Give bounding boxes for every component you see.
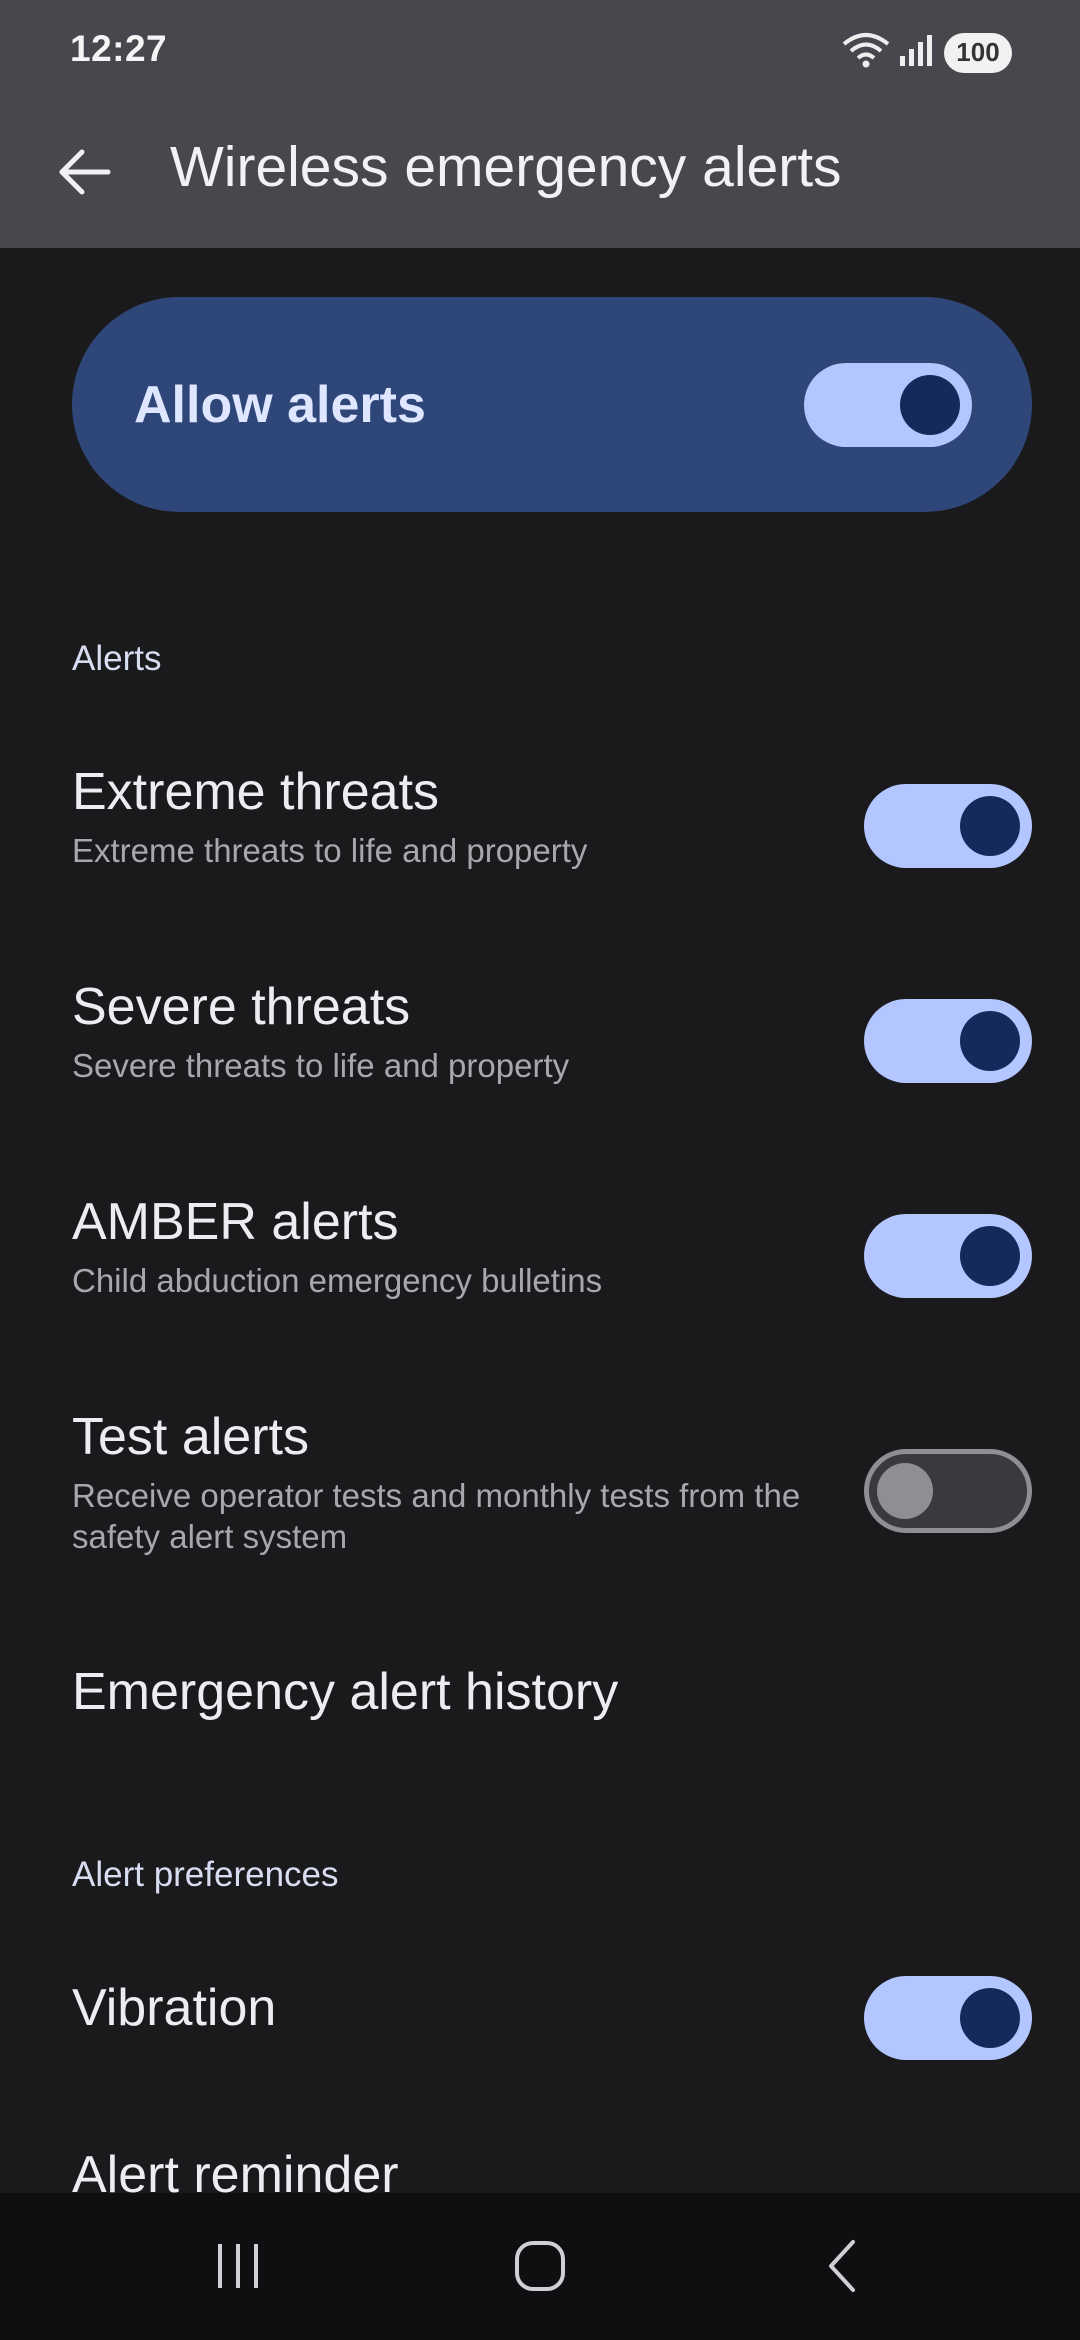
settings-content: Allow alerts Alerts Extreme threats Extr…	[0, 248, 1080, 2193]
allow-alerts-card[interactable]: Allow alerts	[72, 297, 1032, 512]
arrow-left-icon[interactable]	[40, 128, 128, 216]
wifi-icon	[840, 30, 892, 75]
status-time: 12:27	[70, 28, 168, 69]
toggle-knob	[960, 1988, 1020, 2048]
setting-subtitle: Severe threats to life and property	[72, 1047, 570, 1084]
setting-title: Vibration	[72, 1979, 277, 2037]
recents-icon[interactable]	[183, 2221, 293, 2311]
setting-row-vibration[interactable]: Vibration	[0, 1976, 1080, 2088]
setting-row-alert-history[interactable]: Emergency alert history	[0, 1662, 1080, 1762]
setting-title: Alert reminder	[72, 2146, 399, 2193]
setting-subtitle: Extreme threats to life and property	[72, 832, 588, 869]
section-header-preferences: Alert preferences	[72, 1855, 339, 1894]
toggle-knob	[877, 1463, 933, 1519]
setting-row-alert-reminder[interactable]: Alert reminder	[0, 2145, 1080, 2193]
signal-icon	[898, 30, 938, 75]
toggle-knob	[960, 1226, 1020, 1286]
extreme-threats-toggle[interactable]	[864, 784, 1032, 868]
navigation-bar	[0, 2193, 1080, 2340]
toggle-knob	[900, 375, 960, 435]
setting-row-severe-threats[interactable]: Severe threats Severe threats to life an…	[0, 977, 1080, 1117]
top-area: 12:27 100 Wireless emergency alerts	[0, 0, 1080, 248]
setting-row-extreme-threats[interactable]: Extreme threats Extreme threats to life …	[0, 762, 1080, 902]
section-header-alerts: Alerts	[72, 639, 162, 678]
setting-title: Emergency alert history	[72, 1663, 619, 1721]
test-alerts-toggle[interactable]	[864, 1449, 1032, 1533]
allow-alerts-label: Allow alerts	[134, 376, 426, 434]
setting-row-test-alerts[interactable]: Test alerts Receive operator tests and m…	[0, 1407, 1080, 1567]
setting-title: Severe threats	[72, 978, 411, 1036]
setting-title: Test alerts	[72, 1408, 309, 1466]
status-bar: 12:27 100	[0, 0, 1080, 100]
severe-threats-toggle[interactable]	[864, 999, 1032, 1083]
setting-title: AMBER alerts	[72, 1193, 399, 1251]
back-icon[interactable]	[788, 2221, 898, 2311]
toggle-knob	[960, 1011, 1020, 1071]
toggle-knob	[960, 796, 1020, 856]
battery-icon: 100	[944, 32, 1012, 73]
setting-subtitle: Receive operator tests and monthly tests…	[72, 1477, 801, 1555]
setting-subtitle: Child abduction emergency bulletins	[72, 1262, 603, 1299]
allow-alerts-toggle[interactable]	[804, 363, 972, 447]
vibration-toggle[interactable]	[864, 1976, 1032, 2060]
app-bar: Wireless emergency alerts	[0, 100, 1080, 248]
amber-alerts-toggle[interactable]	[864, 1214, 1032, 1298]
page-title: Wireless emergency alerts	[170, 135, 842, 199]
home-icon[interactable]	[485, 2221, 595, 2311]
setting-title: Extreme threats	[72, 763, 440, 821]
status-icons: 100	[840, 30, 1012, 75]
setting-row-amber-alerts[interactable]: AMBER alerts Child abduction emergency b…	[0, 1192, 1080, 1332]
